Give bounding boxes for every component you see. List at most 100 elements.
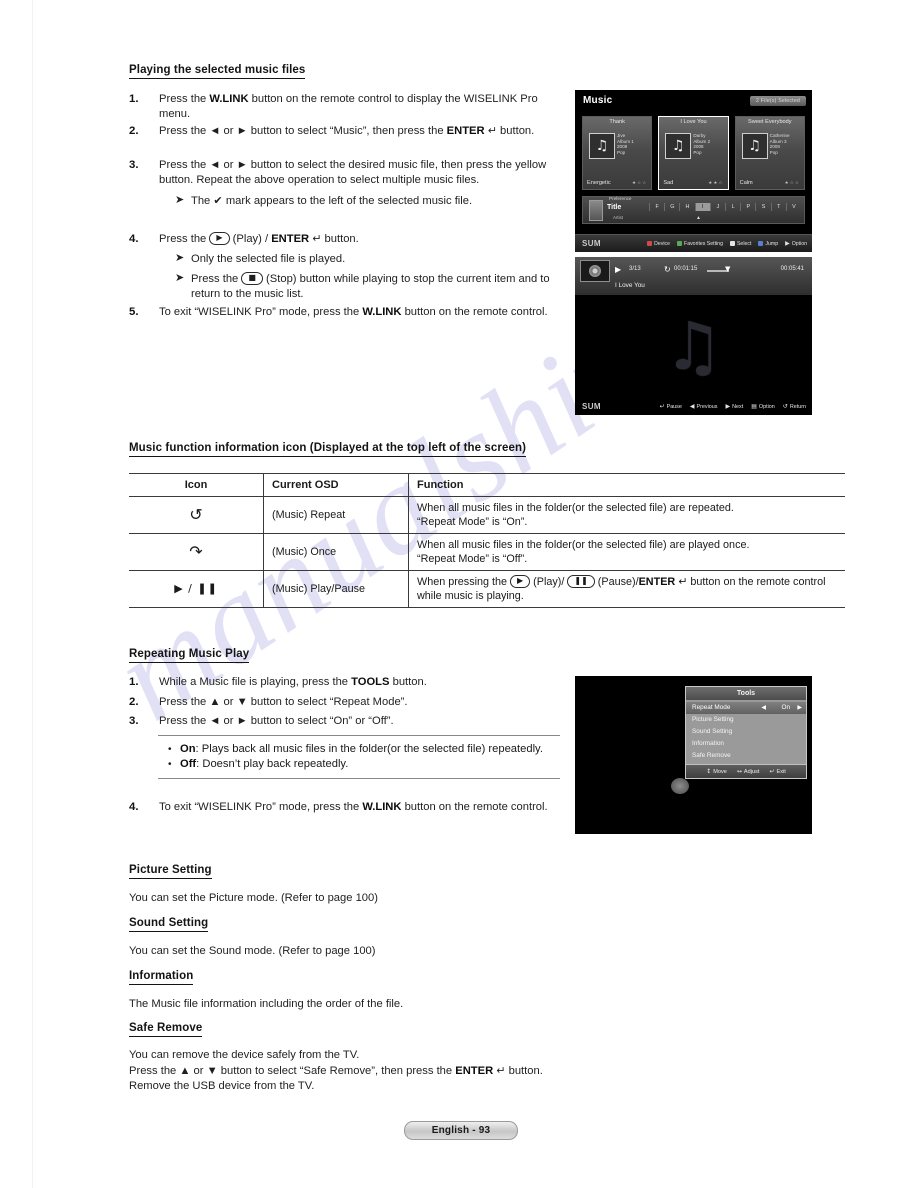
music-card-mood: Energetic bbox=[587, 180, 611, 186]
note-item: • On: Plays back all music files in the … bbox=[158, 742, 560, 757]
key-hint-select[interactable]: Select bbox=[729, 240, 752, 247]
step-text: While a Music file is playing, press the… bbox=[159, 676, 427, 688]
heading-music-function-information-icon: Music function information icon (Display… bbox=[129, 442, 527, 457]
music-note-icon: ♫ bbox=[741, 133, 768, 159]
body-safe-remove: You can remove the device safely from th… bbox=[129, 1049, 543, 1092]
table-row: ↷ (Music) Once When all music files in t… bbox=[129, 533, 845, 571]
sort-artist-label: Artist bbox=[613, 215, 624, 220]
key-hint-favorites-setting[interactable]: Favorites Setting bbox=[677, 241, 723, 247]
step-number: 3. bbox=[129, 159, 139, 171]
step-text: To exit “WISELINK Pro” mode, press the W… bbox=[159, 306, 548, 318]
alphabet-letter[interactable]: F bbox=[649, 203, 664, 211]
adjust-arrows-icon: ↔ bbox=[736, 768, 742, 775]
hint-exit: ↵ Exit bbox=[769, 768, 785, 775]
music-screen-footer: SUM Device Favorites Setting Select Jump… bbox=[575, 234, 812, 252]
exit-enter-icon: ↵ bbox=[769, 768, 775, 775]
disc-icon bbox=[589, 265, 601, 277]
key-hint-option[interactable]: ▶ Option bbox=[785, 240, 807, 247]
music-card-genre: Pop bbox=[769, 149, 778, 155]
bullet-icon: • bbox=[168, 759, 172, 770]
once-icon-glyph: ↷ bbox=[189, 541, 203, 561]
key-hint-device[interactable]: Device bbox=[647, 241, 670, 247]
hint-move: ↕ Move bbox=[706, 768, 727, 775]
now-playing-title: I Love You bbox=[615, 282, 645, 289]
key-hint-return[interactable]: ↺ Return bbox=[783, 403, 806, 410]
alphabet-letter[interactable]: J bbox=[709, 203, 725, 211]
step-text: Press the ◄ or ► button to select “On” o… bbox=[159, 715, 394, 727]
footer-sum-label: SUM bbox=[582, 239, 601, 248]
right-arrow-icon[interactable]: ▶ bbox=[797, 702, 802, 714]
tools-footer-hints: ↕ Move ↔ Adjust ↵ Exit bbox=[686, 764, 806, 778]
tools-item-label: Repeat Mode bbox=[692, 704, 731, 711]
step-item: 4. To exit “WISELINK Pro” mode, press th… bbox=[129, 800, 561, 815]
key-hint-previous[interactable]: ◀ Previous bbox=[690, 403, 718, 410]
sub-note: ➤ The ✔ mark appears to the left of the … bbox=[175, 193, 565, 209]
page-content: Playing the selected music files 1. Pres… bbox=[0, 0, 918, 1188]
tools-panel: Tools Repeat Mode ◀ On ▶ Picture Setting… bbox=[685, 686, 807, 779]
heading-repeating-music-play: Repeating Music Play bbox=[129, 648, 250, 663]
alphabet-letter[interactable]: H bbox=[679, 203, 694, 211]
footer-key-hints: Device Favorites Setting Select Jump ▶ Op… bbox=[647, 240, 807, 247]
key-hint-label: Option bbox=[791, 240, 807, 247]
hint-label: Adjust bbox=[743, 768, 760, 775]
tools-menu-list: Repeat Mode ◀ On ▶ Picture Setting Sound… bbox=[686, 700, 806, 764]
alphabet-letter[interactable]: V bbox=[785, 203, 801, 211]
previous-icon: ◀ bbox=[689, 403, 695, 410]
key-hint-label: Pause bbox=[666, 403, 682, 410]
player-info-bar: ▶ 3/13 ↻ 00:01:15 ▼ 00:05:41 I Love You bbox=[575, 257, 812, 295]
white-key-icon bbox=[729, 241, 735, 246]
step-item: 1. While a Music file is playing, press … bbox=[129, 675, 561, 690]
alphabet-letter[interactable]: S bbox=[755, 203, 770, 211]
alphabet-letter-selected[interactable]: I bbox=[694, 203, 710, 211]
step-text: Press the ◄ or ► button to select “Music… bbox=[159, 124, 535, 137]
blue-key-icon bbox=[758, 241, 764, 246]
tools-item-label: Picture Setting bbox=[692, 716, 734, 723]
alphabet-jump-strip[interactable]: F G H I J L P S T V bbox=[649, 203, 801, 211]
alphabet-letter[interactable]: T bbox=[770, 203, 786, 211]
key-hint-label: Select bbox=[736, 240, 752, 247]
tools-item-picture-setting[interactable]: Picture Setting bbox=[686, 714, 806, 726]
step-item: 5. To exit “WISELINK Pro” mode, press th… bbox=[129, 305, 561, 320]
music-card-meta: Darby Album 2 2008 Pop bbox=[693, 133, 710, 155]
move-arrows-icon: ↕ bbox=[706, 768, 712, 775]
key-hint-option[interactable]: ▤ Option bbox=[751, 403, 775, 410]
sort-preference-label: Preference bbox=[609, 196, 632, 201]
sub-note-text: Press the ■ (Stop) button while playing … bbox=[191, 272, 550, 300]
key-hint-label: Device bbox=[654, 240, 671, 247]
tools-item-sound-setting[interactable]: Sound Setting bbox=[686, 726, 806, 738]
step-number: 4. bbox=[129, 801, 139, 813]
alphabet-letter[interactable]: P bbox=[740, 203, 755, 211]
music-card-selected[interactable]: I Love You ♫ Darby Album 2 2008 Pop Sad … bbox=[658, 116, 729, 190]
sub-note-text: The ✔ mark appears to the left of the se… bbox=[191, 195, 473, 207]
hint-adjust: ↔ Adjust bbox=[737, 768, 760, 775]
player-screen-footer: SUM ↵ Pause ◀ Previous ▶ Next ▤ Option ↺ Retu… bbox=[575, 398, 812, 415]
tools-item-label: Sound Setting bbox=[692, 728, 733, 735]
tools-item-information[interactable]: Information bbox=[686, 738, 806, 750]
alphabet-letter[interactable]: G bbox=[664, 203, 679, 211]
step-text: Press the ◄ or ► button to select the de… bbox=[159, 159, 547, 186]
elapsed-time: 00:01:15 bbox=[674, 266, 698, 272]
sub-note-text: Only the selected file is played. bbox=[191, 253, 346, 265]
sort-bar[interactable]: Preference Title Artist F G H I J L P S … bbox=[582, 196, 805, 224]
repeat-icon: ↺ bbox=[129, 496, 264, 534]
step-item: 4. Press the ▶ (Play) / ENTER ↵ button. bbox=[129, 232, 561, 247]
column-header-icon: Icon bbox=[129, 473, 264, 497]
music-card[interactable]: Sweet Everybody ♫ Catherine Album 3 2008… bbox=[734, 116, 805, 190]
hint-label: Move bbox=[713, 768, 727, 775]
sort-handle-icon[interactable] bbox=[589, 200, 603, 221]
left-arrow-icon[interactable]: ◀ bbox=[761, 702, 766, 714]
tv-screenshot-now-playing: ▶ 3/13 ↻ 00:01:15 ▼ 00:05:41 I Love You … bbox=[575, 257, 812, 415]
step-item: 3. Press the ◄ or ► button to select the… bbox=[129, 158, 561, 187]
key-hint-pause[interactable]: ↵ Pause bbox=[660, 403, 682, 410]
key-hint-label: Previous bbox=[696, 403, 718, 410]
key-hint-next[interactable]: ▶ Next bbox=[726, 403, 744, 410]
tools-item-repeat-mode[interactable]: Repeat Mode ◀ On ▶ bbox=[686, 702, 806, 714]
note-text: On: Plays back all music files in the fo… bbox=[180, 743, 543, 755]
tools-item-safe-remove[interactable]: Safe Remove bbox=[686, 750, 806, 762]
album-art-thumbnail bbox=[580, 260, 610, 282]
music-card[interactable]: Thank ♫ Jive Album 1 2008 Pop Energetic … bbox=[582, 116, 653, 190]
progress-knob-icon[interactable]: ▼ bbox=[725, 265, 730, 273]
once-icon: ↷ bbox=[129, 533, 264, 571]
alphabet-letter[interactable]: L bbox=[725, 203, 740, 211]
key-hint-jump[interactable]: Jump bbox=[758, 241, 778, 247]
